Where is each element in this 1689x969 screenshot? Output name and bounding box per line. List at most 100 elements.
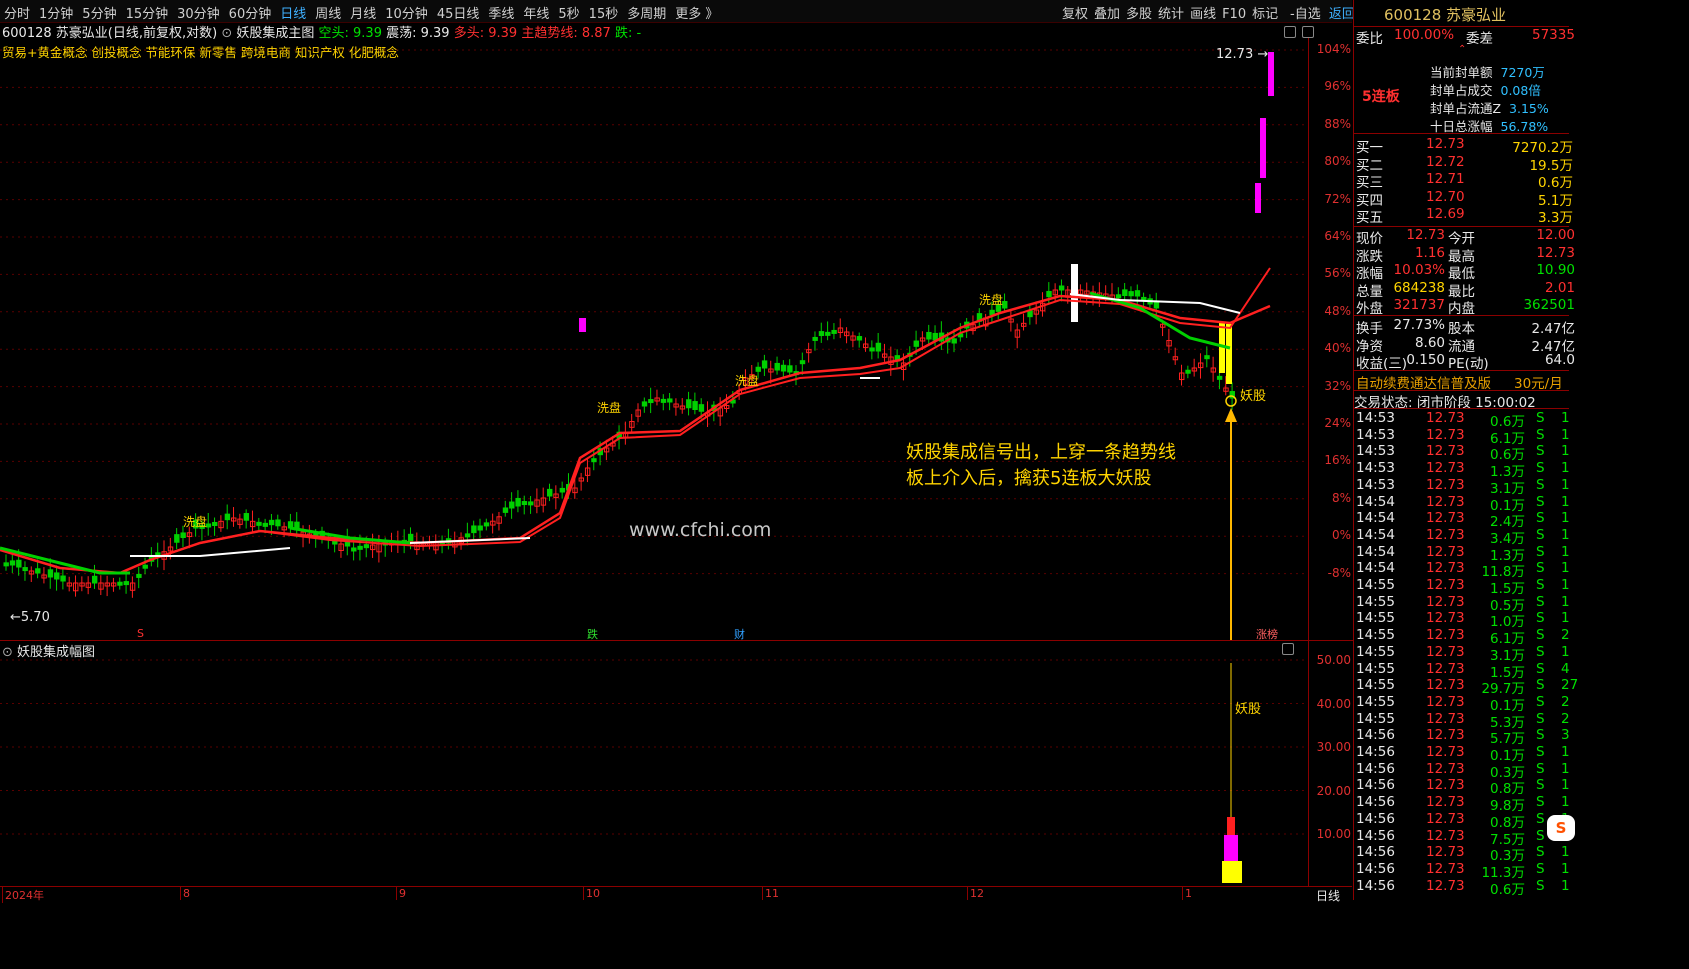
candle-body xyxy=(357,545,363,550)
tick-row[interactable]: 14:5612.737.5万S1 xyxy=(1356,828,1570,848)
app-logo-icon[interactable]: S xyxy=(1547,815,1575,841)
period-tab[interactable]: 季线 xyxy=(488,7,514,22)
candle-body xyxy=(136,573,142,578)
period-tab[interactable]: 年线 xyxy=(523,7,549,22)
buy-level-row[interactable]: 买五 12.69 3.3万 xyxy=(1354,206,1573,226)
buy-level-row[interactable]: 买四 12.70 5.1万 xyxy=(1354,189,1573,209)
candle-body xyxy=(212,522,218,527)
tick-row[interactable]: 14:5612.730.8万S1 xyxy=(1356,777,1570,797)
date-axis: 2024年 8 9 10 11 12 1 xyxy=(0,886,1352,903)
sub-tick-label: 40.00 xyxy=(1316,696,1351,711)
period-tab[interactable]: 1分钟 xyxy=(39,7,73,22)
tool-button[interactable]: 叠加 xyxy=(1094,7,1120,22)
sub-settings-icon[interactable] xyxy=(1276,641,1294,656)
period-tab[interactable]: 15分钟 xyxy=(126,7,169,22)
low-price-label: ←5.70 xyxy=(10,610,50,625)
period-tab[interactable]: 5分钟 xyxy=(82,7,116,22)
period-tab[interactable]: 5秒 xyxy=(558,7,579,22)
tick-row[interactable]: 14:55 12.73 29.7万 S 27 xyxy=(1356,677,1578,697)
period-tab[interactable]: 30分钟 xyxy=(177,7,220,22)
tick-row[interactable]: 14:56 12.73 0.3万 S 1 xyxy=(1356,761,1570,781)
tool-button[interactable]: 统计 xyxy=(1158,7,1184,22)
tool-button[interactable]: 标记 xyxy=(1252,7,1278,22)
candle-body xyxy=(547,488,553,497)
candle-body xyxy=(692,401,698,411)
period-mode-label[interactable]: 日线 xyxy=(1316,887,1340,904)
tick-row[interactable]: 14:54 12.73 2.4万 S 1 xyxy=(1356,510,1570,530)
period-tab[interactable]: 分时 xyxy=(4,7,30,22)
tick-row[interactable]: 14:56 12.73 5.7万 S 3 xyxy=(1356,727,1570,747)
period-tab[interactable]: 15秒 xyxy=(589,7,619,22)
tick-row[interactable]: 14:54 12.73 1.3万 S 1 xyxy=(1356,544,1570,564)
tick-row[interactable]: 14:5612.730.8万S1 xyxy=(1356,811,1570,831)
tick-row[interactable]: 14:53 12.73 0.6万 S 1 xyxy=(1356,410,1570,430)
kline-chart[interactable] xyxy=(0,38,1308,640)
date-tick-label: 9 xyxy=(396,887,406,900)
candle-body xyxy=(91,575,98,584)
tick-row[interactable]: 14:54 12.73 11.8万 S 1 xyxy=(1356,560,1570,580)
tool-button[interactable]: F10 xyxy=(1222,7,1246,22)
sub-toggle-icon[interactable]: ⊙ xyxy=(2,645,13,660)
pct-tick-label: 80% xyxy=(1324,154,1351,169)
high-price-label: 12.73 → xyxy=(1216,47,1269,62)
tool-button[interactable]: 复权 xyxy=(1062,7,1088,22)
buy-level-row[interactable]: 买三 12.71 0.6万 xyxy=(1354,171,1573,191)
yaogu-mark: 妖股 xyxy=(1240,389,1267,404)
period-tab[interactable]: 周线 xyxy=(315,7,341,22)
tick-row[interactable]: 14:53 12.73 6.1万 S 1 xyxy=(1356,427,1570,447)
tool-button[interactable]: 多股 xyxy=(1126,7,1152,22)
candle-body xyxy=(1046,290,1052,298)
tick-row[interactable]: 14:56 12.73 11.3万 S 1 xyxy=(1356,861,1570,881)
tick-row[interactable]: 14:54 12.73 3.4万 S 1 xyxy=(1356,527,1570,547)
candle-body xyxy=(16,559,22,568)
period-tab[interactable]: 45日线 xyxy=(437,7,480,22)
tick-row[interactable]: 14:55 12.73 3.1万 S 1 xyxy=(1356,644,1570,664)
limit-up-candle xyxy=(1255,183,1261,213)
tick-row[interactable]: 14:55 12.73 5.3万 S 2 xyxy=(1356,711,1570,731)
expand-icon[interactable]: ⌃ xyxy=(1458,44,1466,55)
tick-row[interactable]: 14:56 12.73 0.3万 S 1 xyxy=(1356,844,1570,864)
event-s-mark[interactable]: S xyxy=(137,627,144,640)
tick-row[interactable]: 14:56 12.73 0.6万 S 1 xyxy=(1356,878,1570,898)
tick-row[interactable]: 14:55 12.73 0.5万 S 1 xyxy=(1356,594,1570,614)
sub-yaogu-label: 妖股 xyxy=(1235,702,1262,717)
tool-button[interactable]: 画线 xyxy=(1190,7,1216,22)
buy-level-row[interactable]: 买二 12.72 19.5万 xyxy=(1354,154,1573,174)
limit-up-candle xyxy=(1260,118,1266,178)
sub-bar-red xyxy=(1227,817,1235,835)
watchlist-button[interactable]: -自选 xyxy=(1290,7,1321,22)
tick-row[interactable]: 14:55 12.73 1.5万 S 4 xyxy=(1356,661,1570,681)
sub-tick-label: 50.00 xyxy=(1316,653,1351,667)
tick-row[interactable]: 14:55 12.73 0.1万 S 2 xyxy=(1356,694,1570,714)
xipan-mark-4: 洗盘 xyxy=(979,293,1004,307)
sub-indicator-chart[interactable] xyxy=(0,640,1308,887)
back-button[interactable]: 返回 xyxy=(1329,7,1355,22)
tick-row[interactable]: 14:55 12.73 1.0万 S 1 xyxy=(1356,610,1570,630)
maximize-icon[interactable] xyxy=(1302,25,1314,38)
chart-window-controls xyxy=(1278,24,1314,39)
period-tab[interactable]: 日线 xyxy=(280,7,306,22)
settings-icon[interactable] xyxy=(1284,25,1296,38)
lianban-badge: 5连板 xyxy=(1362,89,1400,105)
period-tab[interactable]: 多周期 xyxy=(627,7,666,22)
tick-row[interactable]: 14:53 12.73 0.6万 S 1 xyxy=(1356,443,1570,463)
date-tick-label: 1 xyxy=(1182,887,1192,900)
tick-row[interactable]: 14:53 12.73 1.3万 S 1 xyxy=(1356,460,1570,480)
tick-row[interactable]: 14:56 12.73 0.1万 S 1 xyxy=(1356,744,1570,764)
candle-body xyxy=(243,513,250,521)
tick-row[interactable]: 14:54 12.73 0.1万 S 1 xyxy=(1356,494,1570,514)
tick-row[interactable]: 14:55 12.73 1.5万 S 1 xyxy=(1356,577,1570,597)
quote-row: 外盘 321737 内盘 362501 xyxy=(1356,297,1575,318)
ad-banner[interactable]: 自动续费通达信普及版 30元/月 xyxy=(1354,372,1569,392)
period-tab[interactable]: 60分钟 xyxy=(229,7,272,22)
buy-level-row[interactable]: 买一 12.73 7270.2万 xyxy=(1354,136,1573,156)
period-tab[interactable]: 更多 》 xyxy=(675,7,718,22)
period-tab[interactable]: 月线 xyxy=(350,7,376,22)
tick-row[interactable]: 14:56 12.73 9.8万 S 1 xyxy=(1356,794,1570,814)
candle-body xyxy=(989,309,995,316)
period-tab[interactable]: 10分钟 xyxy=(385,7,428,22)
candle-body xyxy=(1216,375,1223,380)
tick-row[interactable]: 14:53 12.73 3.1万 S 1 xyxy=(1356,477,1570,497)
pct-tick-label: -8% xyxy=(1327,565,1351,580)
tick-row[interactable]: 14:55 12.73 6.1万 S 2 xyxy=(1356,627,1570,647)
